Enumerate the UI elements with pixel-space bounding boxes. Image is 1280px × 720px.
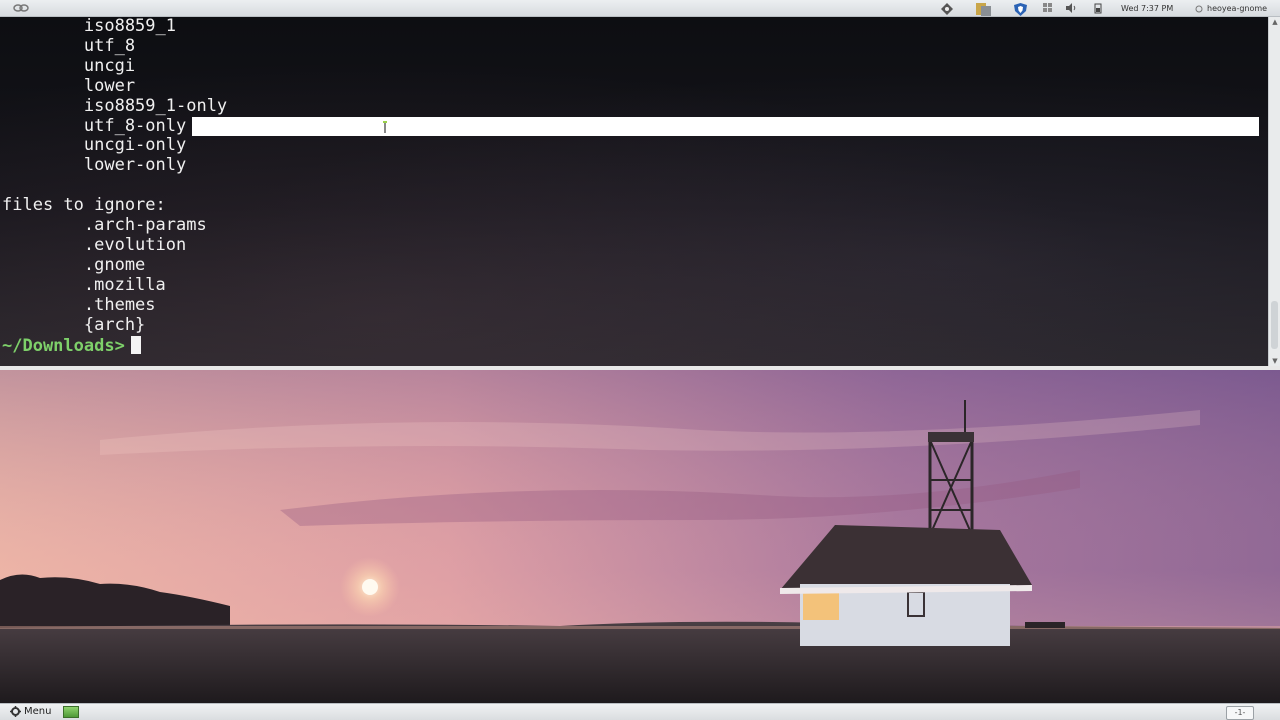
- link-icon[interactable]: [13, 0, 29, 17]
- files-icon[interactable]: [976, 0, 992, 17]
- network-icon[interactable]: [941, 0, 953, 17]
- terminal-line: utf_8-only: [2, 115, 187, 136]
- terminal-line: .themes: [2, 294, 156, 315]
- desktop-wallpaper: [0, 366, 1280, 703]
- terminal-line: .evolution: [2, 234, 187, 255]
- shell-prompt: ~/Downloads>: [2, 335, 125, 356]
- scroll-down-arrow-icon[interactable]: ▼: [1270, 356, 1280, 366]
- battery-icon[interactable]: [1094, 0, 1102, 17]
- bottom-panel: Menu -1-: [0, 703, 1280, 720]
- menu-label: Menu: [24, 706, 52, 717]
- window-list-icon[interactable]: [1043, 0, 1053, 17]
- terminal-line: lower-only: [2, 155, 187, 176]
- text-cursor: [130, 335, 141, 354]
- terminal-line: {arch}: [2, 314, 146, 335]
- terminal-line: iso8859_1: [2, 17, 176, 36]
- terminal-line: .mozilla: [2, 274, 166, 295]
- top-panel: Wed 7:37 PM heoyea-gnome: [0, 0, 1280, 17]
- gear-icon: [10, 706, 21, 717]
- terminal-scrollbar[interactable]: ▲ ▼: [1268, 17, 1280, 366]
- mouse-pointer-icon: [383, 121, 387, 133]
- terminal-line: utf_8: [2, 35, 136, 56]
- terminal-output: iso8859_1 utf_8 uncgi lower iso8859_1-on…: [2, 17, 227, 356]
- shield-icon[interactable]: [1014, 0, 1027, 17]
- terminal-line: .arch-params: [2, 215, 207, 236]
- terminal-line: uncgi-only: [2, 135, 187, 156]
- terminal-line: uncgi: [2, 55, 136, 76]
- user-name[interactable]: heoyea-gnome: [1207, 0, 1267, 17]
- workspace-switcher[interactable]: -1-: [1226, 706, 1254, 720]
- scroll-up-arrow-icon[interactable]: ▲: [1270, 17, 1280, 27]
- terminal-window[interactable]: iso8859_1 utf_8 uncgi lower iso8859_1-on…: [0, 17, 1268, 366]
- terminal-line: iso8859_1-only: [2, 95, 228, 116]
- volume-icon[interactable]: [1066, 0, 1076, 17]
- text-selection-highlight: [192, 117, 1259, 136]
- scrollbar-thumb[interactable]: [1271, 301, 1278, 349]
- terminal-line: files to ignore:: [2, 195, 166, 216]
- terminal-line: .gnome: [2, 254, 146, 275]
- terminal-line: lower: [2, 75, 136, 96]
- terminal-taskbar-icon[interactable]: [63, 706, 79, 718]
- menu-button[interactable]: Menu: [10, 704, 51, 720]
- clock[interactable]: Wed 7:37 PM: [1121, 0, 1173, 17]
- user-icon: [1195, 0, 1203, 17]
